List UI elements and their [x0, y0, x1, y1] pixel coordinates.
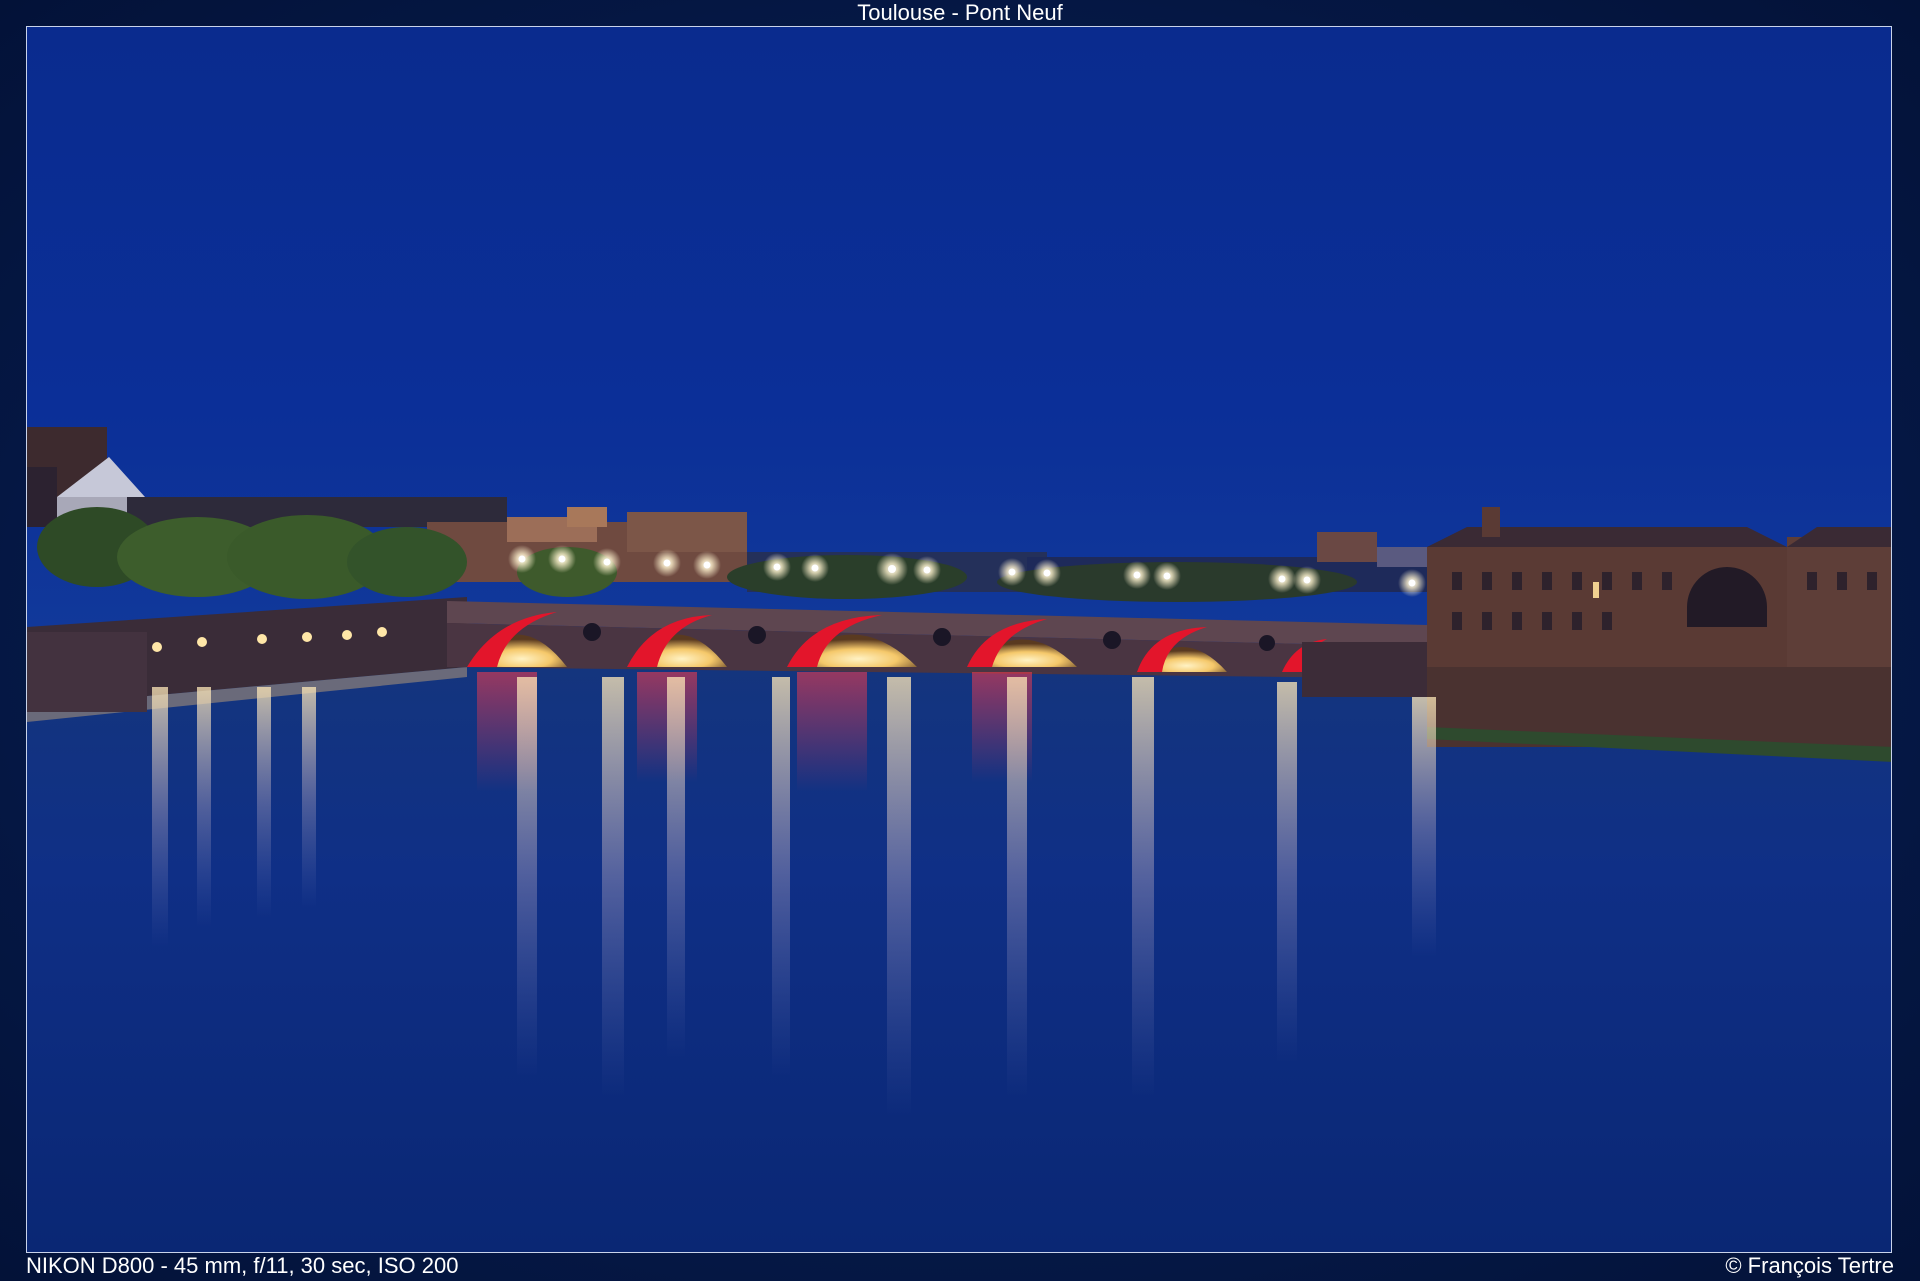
- photo-frame: [26, 26, 1892, 1253]
- night-bridge-photo: [27, 27, 1891, 1252]
- camera-exif-info: NIKON D800 - 45 mm, f/11, 30 sec, ISO 20…: [26, 1253, 459, 1278]
- copyright-notice: © François Tertre: [1725, 1253, 1894, 1278]
- right-brick-building: [1427, 507, 1891, 762]
- photo-title: Toulouse - Pont Neuf: [857, 0, 1063, 25]
